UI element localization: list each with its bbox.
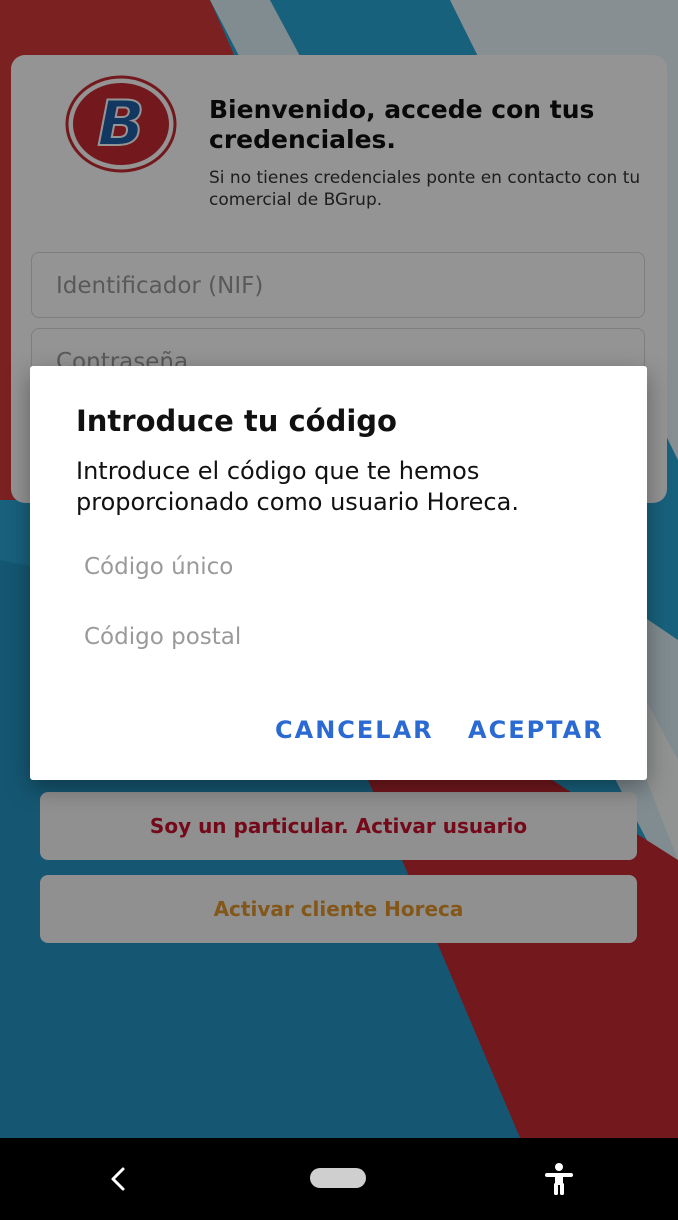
dialog-title: Introduce tu código (76, 404, 397, 438)
postal-code-placeholder: Código postal (84, 624, 242, 650)
accessibility-icon[interactable] (543, 1162, 575, 1196)
code-dialog: Introduce tu código Introduce el código … (30, 366, 647, 780)
accept-button[interactable]: ACEPTAR (468, 716, 604, 744)
unique-code-input[interactable]: Código único (84, 554, 604, 594)
home-pill-icon[interactable] (310, 1168, 366, 1188)
postal-code-input[interactable]: Código postal (84, 624, 604, 664)
unique-code-placeholder: Código único (84, 554, 234, 580)
back-icon[interactable] (108, 1166, 128, 1192)
dialog-message: Introduce el código que te hemos proporc… (76, 457, 519, 516)
cancel-button[interactable]: CANCELAR (275, 716, 434, 744)
